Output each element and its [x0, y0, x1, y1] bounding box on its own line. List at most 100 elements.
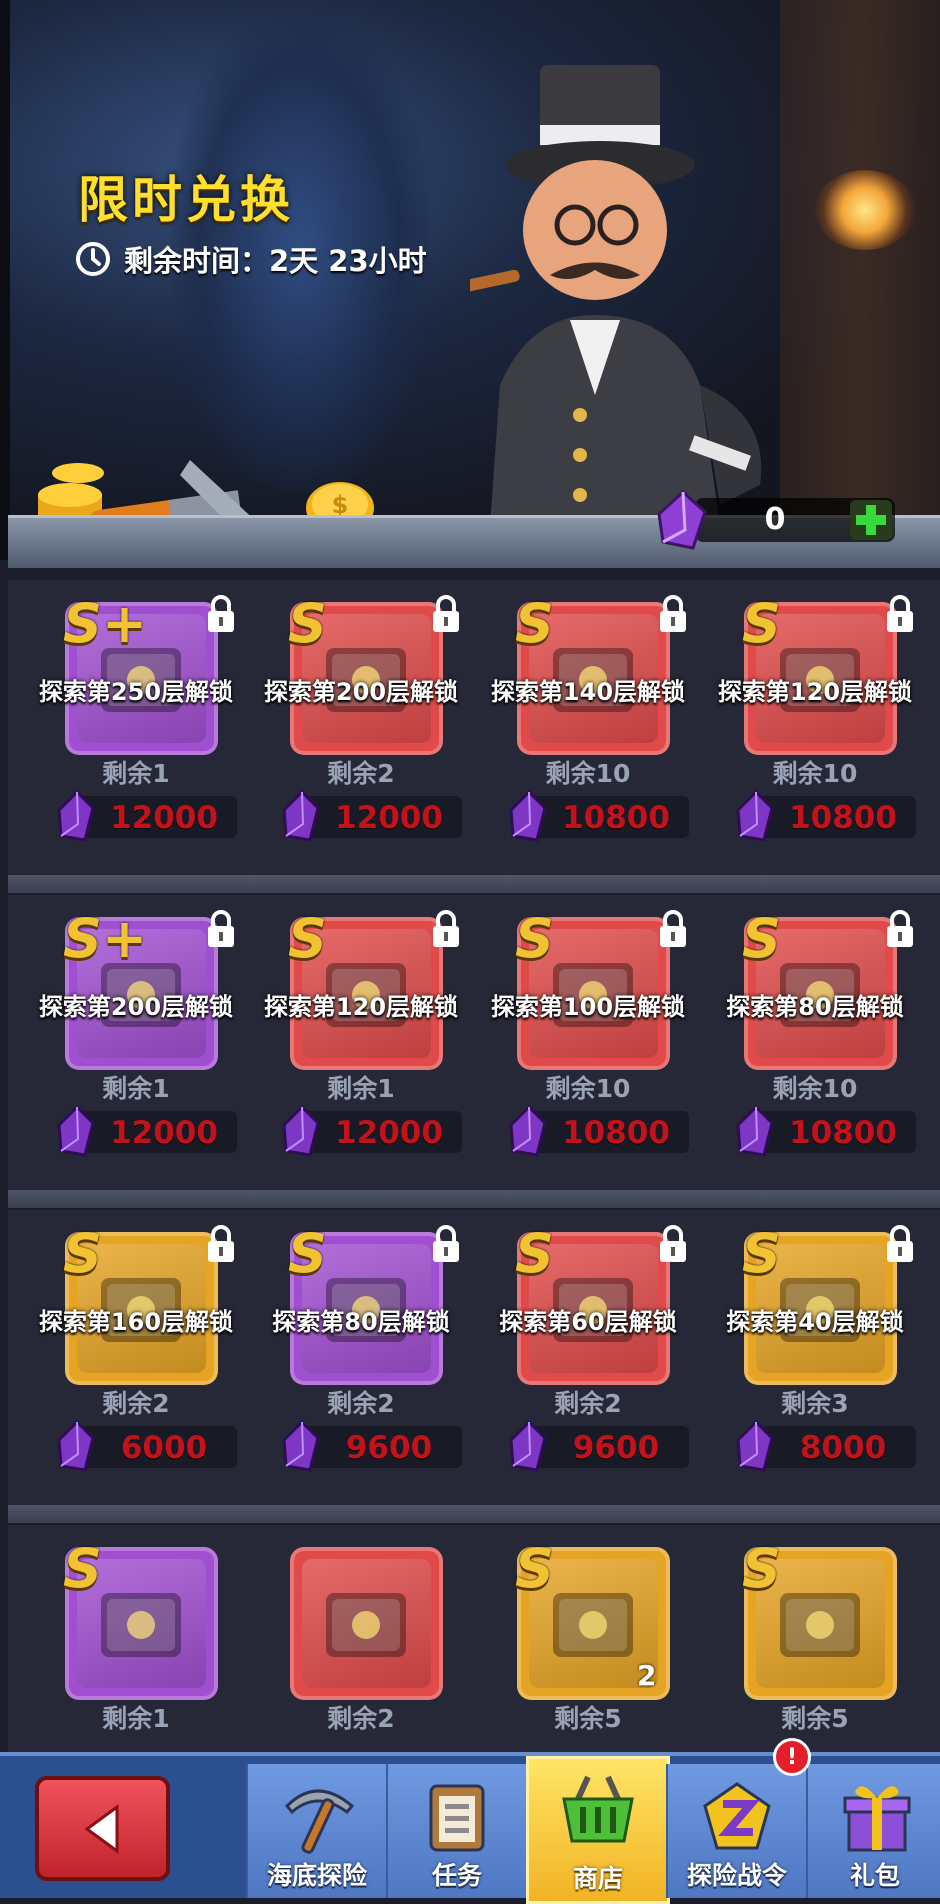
lock-icon — [660, 595, 686, 632]
exchange-banner: 限时兑换 剩余时间：2天 23小时 $ — [0, 0, 940, 560]
remaining-stock: 剩余10 — [772, 759, 858, 788]
crystal-balance: 0 — [655, 490, 910, 550]
shop-row: S+ 探索第200层解锁 剩余1 12000 S 探索第120层解锁 剩余1 12000 S 探索… — [8, 895, 940, 1206]
rank-badge: S+ — [63, 907, 148, 970]
lock-icon — [208, 595, 234, 632]
tab-tasks[interactable]: 任务 — [386, 1764, 526, 1898]
lock-icon — [208, 1225, 234, 1262]
alert-badge: ! — [773, 1738, 811, 1776]
purple-crystal-icon — [57, 1420, 95, 1472]
unlock-requirement: 探索第100层解锁 — [490, 993, 686, 1021]
page-title: 限时兑换 — [78, 171, 294, 229]
remaining-stock: 剩余5 — [554, 1704, 622, 1733]
price-value: 9600 — [572, 1430, 660, 1466]
purple-crystal-icon — [282, 790, 320, 842]
price-value: 10800 — [562, 1115, 670, 1151]
purple-crystal-icon — [57, 1105, 95, 1157]
price-value: 9600 — [345, 1430, 433, 1466]
countdown-timer: 剩余时间：2天 23小时 — [74, 238, 427, 280]
basket-icon — [562, 1775, 634, 1843]
rank-badge: S — [742, 592, 781, 655]
unlock-requirement: 探索第80层解锁 — [726, 993, 904, 1021]
tab-label: 商店 — [572, 1864, 623, 1893]
shop-item-cell[interactable]: S 探索第160层解锁 剩余2 6000 — [25, 1222, 247, 1512]
price-value: 8000 — [799, 1430, 887, 1466]
rank-badge: S — [63, 1537, 102, 1600]
tab-battle-pass[interactable]: 探险战令 — [666, 1764, 806, 1898]
unlock-requirement: 探索第120层解锁 — [263, 993, 459, 1021]
unlock-requirement: 探索第200层解锁 — [38, 993, 234, 1021]
item-quantity: 2 — [637, 1659, 657, 1692]
countdown-text: 剩余时间：2天 23小时 — [124, 244, 427, 278]
shop-item-cell[interactable]: S 探索第60层解锁 剩余2 9600 — [477, 1222, 699, 1512]
rank-badge: S — [288, 907, 327, 970]
merchant-character — [470, 65, 762, 525]
shop-item-cell[interactable]: S 探索第100层解锁 剩余10 10800 — [477, 907, 699, 1197]
shop-item-cell[interactable]: S+ 探索第200层解锁 剩余1 12000 — [25, 907, 247, 1197]
shop-item-cell[interactable]: S 探索第40层解锁 剩余3 8000 — [704, 1222, 926, 1512]
shop-item-cell[interactable]: S 探索第80层解锁 剩余10 10800 — [704, 907, 926, 1197]
shop-row: S+ 探索第250层解锁 剩余1 12000 S 探索第200层解锁 剩余2 12000 S 探索… — [8, 580, 940, 891]
shelf-divider — [8, 1190, 940, 1208]
purple-crystal-icon — [509, 1420, 547, 1472]
rank-badge: S — [515, 907, 554, 970]
purple-crystal-icon — [282, 1420, 320, 1472]
purple-crystal-icon — [657, 490, 707, 550]
item-art — [101, 1593, 181, 1657]
lock-icon — [433, 595, 459, 632]
price-value: 10800 — [562, 800, 670, 836]
shop-item-cell[interactable]: S 探索第120层解锁 剩余1 12000 — [250, 907, 472, 1197]
remaining-stock: 剩余2 — [327, 759, 395, 788]
unlock-requirement: 探索第140层解锁 — [490, 678, 686, 706]
rank-badge: S — [742, 907, 781, 970]
shelf-divider — [8, 875, 940, 893]
lock-icon — [887, 595, 913, 632]
shop-row: S 探索第160层解锁 剩余2 6000 S 探索第80层解锁 剩余2 9600 S 探索第60层… — [8, 1210, 940, 1521]
price-value: 10800 — [789, 800, 897, 836]
shop-item-cell[interactable]: S+ 探索第250层解锁 剩余1 12000 — [25, 592, 247, 882]
unlock-requirement: 探索第60层解锁 — [499, 1308, 677, 1336]
rank-badge: S — [742, 1537, 781, 1600]
item-art — [326, 1593, 406, 1657]
price-value: 10800 — [789, 1115, 897, 1151]
unlock-requirement: 探索第120层解锁 — [717, 678, 913, 706]
add-crystal-button[interactable] — [850, 500, 892, 540]
item-art — [553, 1593, 633, 1657]
tab-gift-pack[interactable]: 礼包 — [806, 1764, 940, 1898]
unlock-requirement: 探索第80层解锁 — [272, 1308, 450, 1336]
price-value: 12000 — [335, 1115, 443, 1151]
purple-crystal-icon — [509, 790, 547, 842]
shop-item-cell[interactable]: S 探索第120层解锁 剩余10 10800 — [704, 592, 926, 882]
remaining-stock: 剩余2 — [554, 1389, 622, 1418]
shop-item-cell[interactable]: S 探索第140层解锁 剩余10 10800 — [477, 592, 699, 882]
back-arrow-icon — [83, 1803, 118, 1854]
remaining-stock: 剩余10 — [545, 759, 631, 788]
purple-crystal-icon — [509, 1105, 547, 1157]
remaining-stock: 剩余1 — [327, 1074, 395, 1103]
remaining-stock: 剩余1 — [102, 1704, 170, 1733]
item-tile — [290, 1547, 443, 1700]
price-value: 6000 — [120, 1430, 208, 1466]
purple-crystal-icon — [736, 1105, 774, 1157]
tab-sea-exploration[interactable]: 海底探险 — [246, 1764, 386, 1898]
tab-label: 探险战令 — [686, 1861, 787, 1890]
clipboard-icon — [429, 1784, 485, 1852]
tab-shop[interactable]: 商店 — [526, 1756, 670, 1904]
tab-label: 任务 — [431, 1861, 482, 1890]
remaining-stock: 剩余10 — [545, 1074, 631, 1103]
price-value: 12000 — [110, 800, 218, 836]
back-button[interactable] — [35, 1776, 170, 1881]
lock-icon — [887, 1225, 913, 1262]
purple-crystal-icon — [736, 790, 774, 842]
lock-icon — [660, 910, 686, 947]
price-value: 12000 — [335, 800, 443, 836]
shop-item-cell[interactable]: S 探索第80层解锁 剩余2 9600 — [250, 1222, 472, 1512]
z-badge-icon — [703, 1782, 771, 1850]
plus-icon — [856, 505, 886, 535]
gift-icon — [843, 1786, 911, 1852]
remaining-stock: 剩余10 — [772, 1074, 858, 1103]
pickaxe-icon — [284, 1789, 355, 1854]
purple-crystal-icon — [736, 1420, 774, 1472]
unlock-requirement: 探索第160层解锁 — [38, 1308, 234, 1336]
shop-item-cell[interactable]: S 探索第200层解锁 剩余2 12000 — [250, 592, 472, 882]
